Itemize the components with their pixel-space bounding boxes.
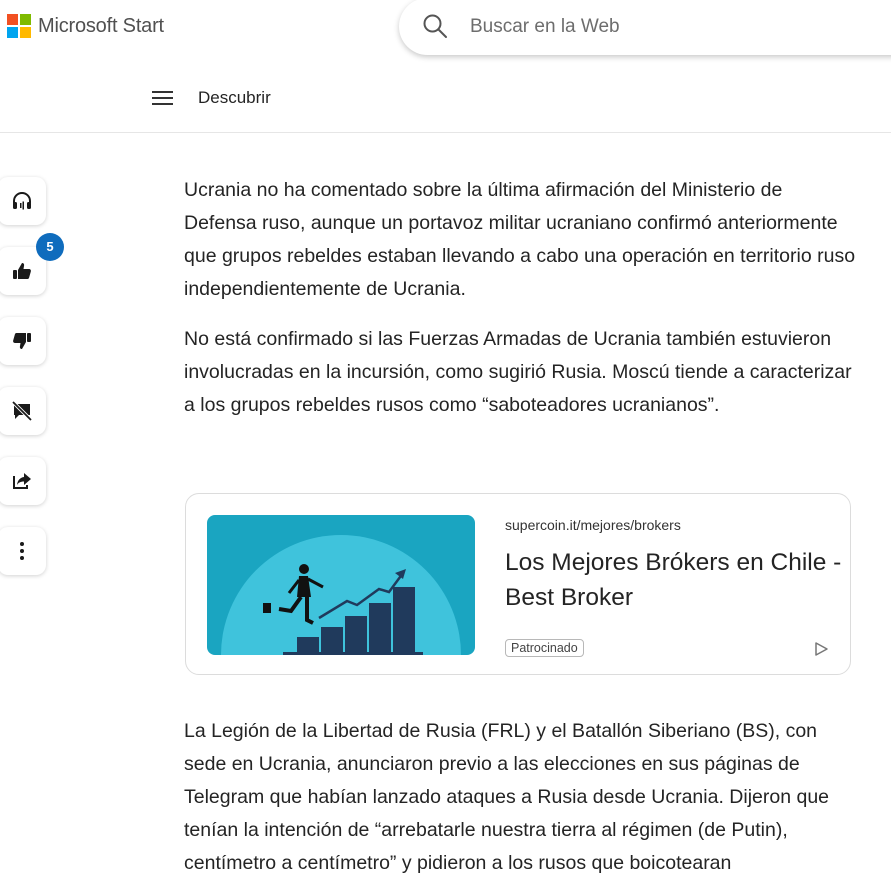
comments-off-icon — [11, 400, 33, 422]
listen-button[interactable] — [0, 177, 46, 225]
article-paragraph: Ucrania no ha comentado sobre la última … — [184, 179, 856, 300]
article-body-continued: La Legión de la Libertad de Rusia (FRL) … — [184, 715, 864, 880]
article-paragraph: No está confirmado si las Fuerzas Armada… — [184, 328, 852, 416]
search-input[interactable]: Buscar en la Web — [470, 16, 620, 38]
adchoices-icon[interactable] — [812, 640, 830, 658]
dislike-button[interactable] — [0, 317, 46, 365]
ad-title[interactable]: Los Mejores Brókers en Chile - Best Brok… — [505, 545, 845, 615]
article-paragraph: La Legión de la Libertad de Rusia (FRL) … — [184, 720, 830, 874]
sponsored-ad-card[interactable]: supercoin.it/mejores/brokers Los Mejores… — [185, 493, 851, 675]
sponsored-label: Patrocinado — [505, 639, 584, 657]
brand-logo[interactable]: Microsoft Start — [7, 14, 164, 38]
comments-button[interactable] — [0, 387, 46, 435]
more-options-button[interactable] — [0, 527, 46, 575]
share-button[interactable] — [0, 457, 46, 505]
more-icon — [20, 542, 24, 560]
ad-source-url[interactable]: supercoin.it/mejores/brokers — [505, 517, 681, 533]
nav-bar: Descubrir — [0, 66, 891, 133]
thumbs-up-icon — [13, 263, 31, 279]
brand-name: Microsoft Start — [38, 14, 164, 37]
thumbs-down-icon — [13, 333, 31, 349]
ad-image[interactable] — [207, 515, 475, 655]
nav-discover-link[interactable]: Descubrir — [198, 88, 271, 108]
headphones-icon — [13, 192, 31, 210]
search-box[interactable]: Buscar en la Web — [399, 0, 891, 55]
menu-icon[interactable] — [152, 91, 173, 105]
business-growth-illustration-icon — [221, 535, 461, 655]
microsoft-logo-icon — [7, 14, 31, 38]
top-bar: Microsoft Start Buscar en la Web — [0, 0, 891, 56]
like-count-badge: 5 — [36, 233, 64, 261]
search-icon — [423, 14, 447, 38]
share-icon — [13, 473, 31, 489]
article-body: Ucrania no ha comentado sobre la última … — [184, 174, 856, 439]
